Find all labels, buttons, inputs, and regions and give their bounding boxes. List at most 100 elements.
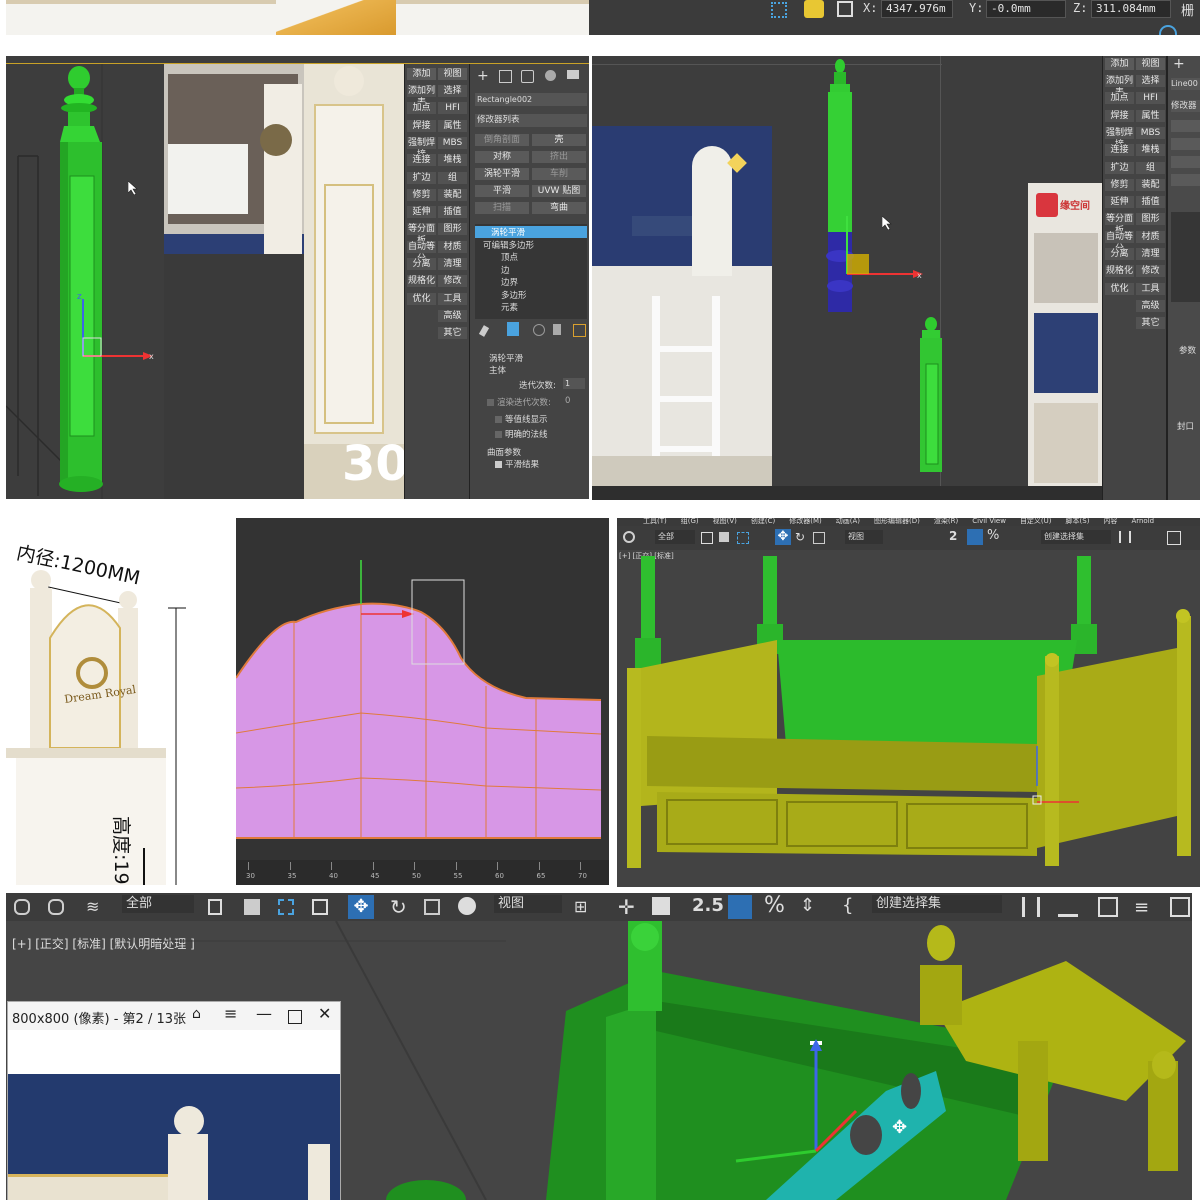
menu-item[interactable]: 内容 xyxy=(1103,518,1117,525)
modifier-button[interactable]: 组 xyxy=(438,171,467,184)
modifier-button[interactable]: 材质 xyxy=(1136,230,1165,243)
modifier-button[interactable]: 堆栈 xyxy=(438,154,467,167)
motion-tab-icon[interactable] xyxy=(545,70,556,81)
selection-filter-dropdown[interactable]: 全部 xyxy=(655,530,695,544)
panel2-gizmo[interactable]: x xyxy=(837,196,937,296)
render-iters-checkbox[interactable] xyxy=(487,399,494,406)
menu-item[interactable]: Arnold xyxy=(1131,518,1154,525)
select-manipulate-icon[interactable]: ✛ xyxy=(618,895,635,919)
window-crossing-icon[interactable] xyxy=(312,899,328,915)
modifier-button[interactable]: 扩边 xyxy=(407,171,436,184)
modifier-button[interactable]: 添加列表 xyxy=(1105,75,1134,98)
rollout-title[interactable]: 涡轮平滑 xyxy=(489,352,523,364)
image-viewer-window[interactable]: 800x800 (像素) - 第2 / 13张 ⌂ ≡ — ✕ xyxy=(7,1001,341,1200)
make-unique-icon[interactable] xyxy=(533,324,545,336)
select-by-name-icon[interactable] xyxy=(719,532,729,542)
modifier-button[interactable]: 规格化 xyxy=(407,275,436,288)
unlink-icon[interactable] xyxy=(48,899,64,915)
modifier-button[interactable]: 图形 xyxy=(1136,213,1165,226)
modifier-button[interactable]: 其它 xyxy=(1136,317,1165,330)
modifier-button[interactable]: 扩边 xyxy=(1105,161,1134,174)
modifier-button[interactable]: 高级 xyxy=(438,309,467,322)
create-tab-icon[interactable]: + xyxy=(477,68,489,84)
modifier-button[interactable]: 其它 xyxy=(438,327,467,340)
modifier-button[interactable]: 修改 xyxy=(1136,265,1165,278)
stack-item[interactable]: 可编辑多边形 xyxy=(475,239,587,251)
menu-item[interactable]: 视图(V) xyxy=(713,518,737,525)
params-rollout-label[interactable]: 参数 xyxy=(1179,344,1196,356)
modifier-button[interactable]: 属性 xyxy=(1136,109,1165,122)
modifier-list-dropdown[interactable]: 修改器 xyxy=(1171,100,1200,112)
command-tab[interactable]: 视图 xyxy=(438,68,467,80)
modifier-button[interactable]: 修剪 xyxy=(1105,178,1134,191)
modifier-button[interactable]: 属性 xyxy=(438,119,467,132)
modifier-set-button[interactable]: 平滑 xyxy=(475,185,529,197)
modifier-button[interactable]: 优化 xyxy=(1105,282,1134,295)
modifier-button[interactable]: 选择 xyxy=(438,85,467,97)
percent-snap-icon[interactable]: % xyxy=(987,528,999,543)
rotate-icon[interactable]: ↻ xyxy=(390,895,407,919)
mirror-icon[interactable] xyxy=(1119,531,1131,543)
modifier-set-button[interactable]: UVW 贴图 xyxy=(532,185,586,197)
modifier-set-button[interactable]: 挤出 xyxy=(532,151,586,163)
link-icon[interactable] xyxy=(623,531,635,543)
green-bedpost-model[interactable] xyxy=(46,56,136,499)
stack-item[interactable]: 边界 xyxy=(475,276,587,288)
stack-item[interactable]: 涡轮平滑 xyxy=(475,226,587,238)
modifier-button[interactable]: 加点 xyxy=(1105,92,1134,105)
stack-item[interactable]: 元素 xyxy=(475,301,587,313)
snap-toggle-icon[interactable]: 2.5 xyxy=(692,895,724,916)
shirt-icon[interactable]: ⌂ xyxy=(192,1006,201,1022)
green-post-model-bottom[interactable] xyxy=(918,316,948,476)
modifier-button[interactable]: 插值 xyxy=(438,206,467,219)
align-icon[interactable] xyxy=(1058,897,1078,917)
menu-item[interactable]: 创建(C) xyxy=(751,518,775,525)
modifier-list-dropdown[interactable]: 修改器列表 xyxy=(475,114,587,127)
modifier-button[interactable]: 连接 xyxy=(407,154,436,167)
command-tab[interactable]: 添加 xyxy=(1105,58,1134,70)
menu-item[interactable]: 组(G) xyxy=(681,518,699,525)
hierarchy-tab-icon[interactable] xyxy=(521,70,534,83)
pin-stack-icon[interactable] xyxy=(478,325,490,337)
menu-item[interactable]: 动画(A) xyxy=(836,518,860,525)
modifier-button[interactable]: 选择 xyxy=(1136,75,1165,87)
reference-coord-dropdown[interactable]: 视图 xyxy=(845,530,883,544)
move-icon[interactable]: ✥ xyxy=(775,529,791,545)
modifier-button[interactable]: 规格化 xyxy=(1105,265,1134,278)
modifier-button[interactable]: 清理 xyxy=(438,258,467,270)
isoline-checkbox[interactable] xyxy=(495,416,502,423)
coord-x-field[interactable]: 4347.976m xyxy=(881,0,953,18)
selection-filter-dropdown[interactable]: 全部 xyxy=(122,895,194,913)
snap-toggle-icon[interactable] xyxy=(771,2,787,18)
named-selection-dropdown[interactable]: 创建选择集 xyxy=(872,895,1002,913)
modifier-button[interactable]: HFI xyxy=(438,102,467,115)
modifier-button[interactable]: 等分面板 xyxy=(407,223,436,246)
link-icon[interactable] xyxy=(14,899,30,915)
spinner-snap-icon[interactable]: ⇕ xyxy=(800,895,815,916)
time-ruler[interactable]: 30 35 40 45 50 55 60 65 70 xyxy=(236,860,609,885)
coord-y-field[interactable]: -0.0mm xyxy=(986,0,1066,18)
select-by-name-icon[interactable] xyxy=(244,899,260,915)
modifier-button[interactable]: 修改 xyxy=(438,275,467,288)
modifier-button[interactable]: 组 xyxy=(1136,161,1165,174)
minimize-icon[interactable]: — xyxy=(256,1004,272,1023)
modifier-button[interactable]: 延伸 xyxy=(407,206,436,219)
menu-item[interactable]: 自定义(U) xyxy=(1020,518,1052,525)
placement-icon[interactable] xyxy=(458,897,476,915)
menu-item[interactable]: 渲染(R) xyxy=(934,518,958,525)
percent-snap-icon[interactable]: % xyxy=(764,893,785,918)
layer-icon[interactable] xyxy=(1167,531,1181,545)
menu-item[interactable]: 图形编辑器(D) xyxy=(874,518,920,525)
modifier-set-button[interactable]: 壳 xyxy=(532,134,586,146)
modify-tab-icon[interactable] xyxy=(499,70,512,83)
modifier-button[interactable]: 自动等分 xyxy=(1105,230,1134,254)
stack-item[interactable]: 多边形 xyxy=(475,289,587,301)
modifier-button[interactable]: MBS xyxy=(438,136,467,149)
keyboard-shortcut-icon[interactable] xyxy=(652,897,670,915)
close-icon[interactable]: ✕ xyxy=(318,1004,331,1023)
modifier-button[interactable]: 优化 xyxy=(407,292,436,305)
modifier-button[interactable]: 图形 xyxy=(438,223,467,236)
scale-icon[interactable] xyxy=(813,532,825,544)
layer-manager-icon[interactable] xyxy=(1098,897,1118,917)
move-icon[interactable]: ✥ xyxy=(348,895,374,919)
